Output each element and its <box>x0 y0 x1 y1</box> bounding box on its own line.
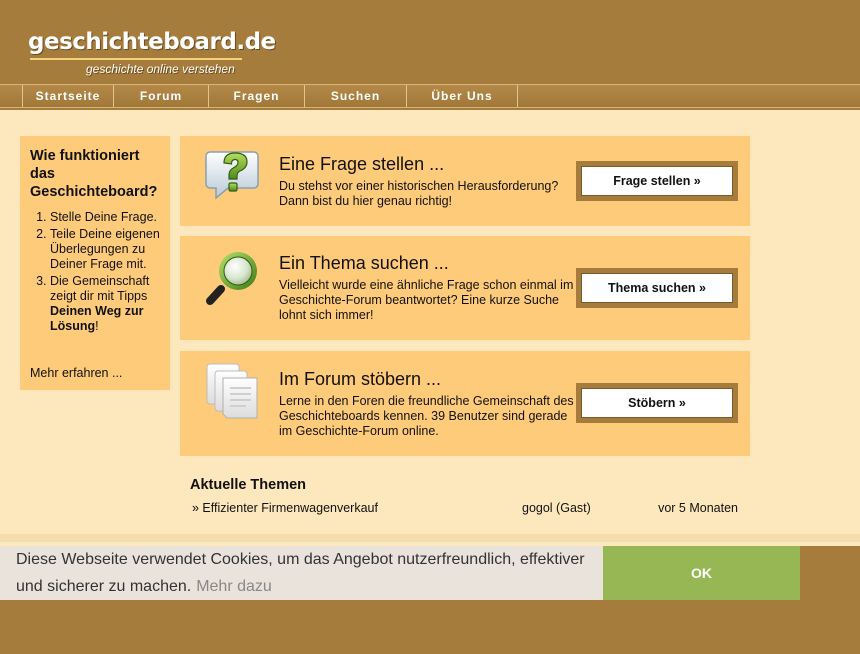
step-item: Die Gemeinschaft zeigt dir mit Tipps Dei… <box>50 274 160 334</box>
logo-underline <box>30 58 242 60</box>
nav-item-fragen[interactable]: Fragen <box>208 85 304 107</box>
cookie-banner: Diese Webseite verwendet Cookies, um das… <box>0 546 800 600</box>
search-topic-button-frame: Thema suchen » <box>576 268 738 308</box>
step3-end: ! <box>95 319 99 333</box>
logo-subtitle: geschichte online verstehen <box>86 62 235 76</box>
magnifier-icon <box>206 252 257 305</box>
main-nav: Startseite Forum Fragen Suchen Über Uns <box>0 84 860 108</box>
recent-topics-title: Aktuelle Themen <box>190 477 307 493</box>
nav-item-startseite[interactable]: Startseite <box>22 85 113 107</box>
card-search-topic: Ein Thema suchen ... Vielleicht wurde ei… <box>180 236 750 340</box>
card-text: Du stehst vor einer historischen Herausf… <box>279 179 559 208</box>
question-bubble-icon <box>205 151 259 200</box>
steps-list: Stelle Deine Frage. Teile Deine eigenen … <box>30 210 160 334</box>
sidebar-how-it-works: Wie funktioniert das Geschichteboard? St… <box>20 136 170 390</box>
card-title: Eine Frage stellen ... <box>279 154 445 174</box>
card-text: Lerne in den Foren die freundliche Gemei… <box>279 394 574 438</box>
main-content: Wie funktioniert das Geschichteboard? St… <box>0 110 860 546</box>
sidebar-title: Wie funktioniert das Geschichteboard? <box>30 148 158 200</box>
topic-link[interactable]: » Effizienter Firmenwagenverkauf <box>192 501 378 515</box>
step3-text: Die Gemeinschaft zeigt dir mit Tipps <box>50 274 150 303</box>
card-title: Ein Thema suchen ... <box>279 253 449 273</box>
site-logo[interactable]: geschichteboard.de geschichte online ver… <box>28 28 276 76</box>
ask-question-button-frame: Frage stellen » <box>576 161 738 201</box>
cookie-message: Diese Webseite verwendet Cookies, um das… <box>16 546 601 600</box>
logo-title: geschichteboard.de <box>28 29 276 55</box>
card-ask-question: Eine Frage stellen ... Du stehst vor ein… <box>180 136 750 226</box>
step-item: Teile Deine eigenen Überlegungen zu Dein… <box>50 227 160 272</box>
documents-icon <box>206 363 258 419</box>
card-title: Im Forum stöbern ... <box>279 369 442 389</box>
topic-time: vor 5 Monaten <box>658 501 738 515</box>
nav-item-suchen[interactable]: Suchen <box>304 85 406 107</box>
nav-item-forum[interactable]: Forum <box>113 85 208 107</box>
cookie-ok-button[interactable]: OK <box>603 546 800 600</box>
nav-item-ueber-uns[interactable]: Über Uns <box>406 85 518 107</box>
search-topic-button[interactable]: Thema suchen » <box>581 273 733 303</box>
more-info-link[interactable]: Mehr erfahren ... <box>30 366 122 380</box>
cookie-more-link[interactable]: Mehr dazu <box>196 578 272 595</box>
topic-author: gogol (Gast) <box>522 501 591 515</box>
content-divider <box>0 534 860 542</box>
browse-forum-button-frame: Stöbern » <box>576 383 738 423</box>
table-row: » Effizienter Firmenwagenverkauf gogol (… <box>192 501 738 519</box>
browse-forum-button[interactable]: Stöbern » <box>581 388 733 418</box>
card-browse-forum: Im Forum stöbern ... Lerne in den Foren … <box>180 351 750 456</box>
card-text: Vielleicht wurde eine ähnliche Frage sch… <box>279 278 574 322</box>
site-header: geschichteboard.de geschichte online ver… <box>0 0 860 84</box>
cookie-text: Diese Webseite verwendet Cookies, um das… <box>16 551 585 595</box>
ask-question-button[interactable]: Frage stellen » <box>581 166 733 196</box>
step-item: Stelle Deine Frage. <box>50 210 160 225</box>
